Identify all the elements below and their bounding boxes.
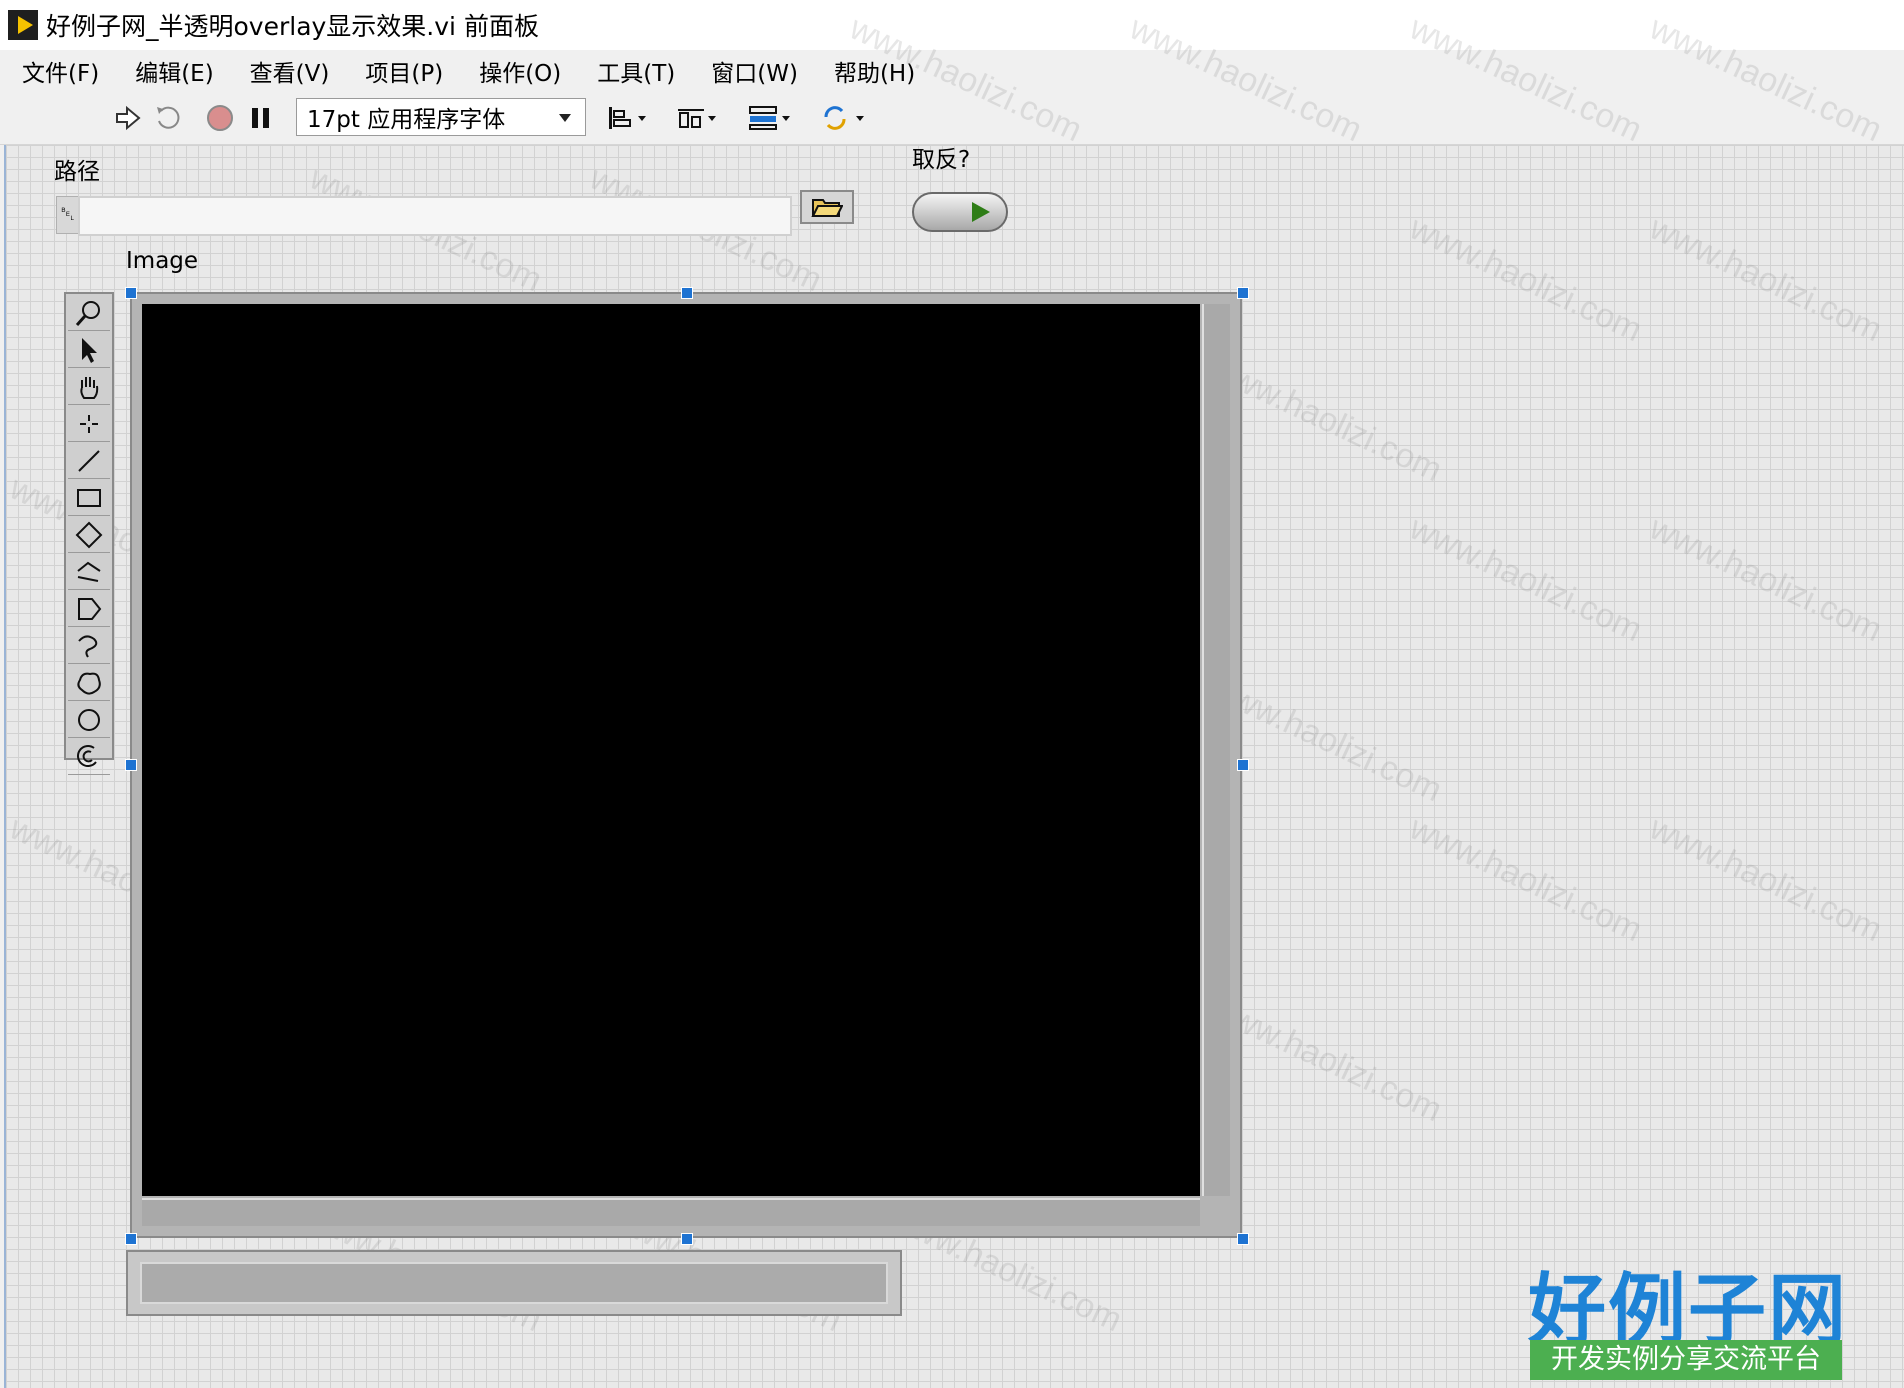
polygon-tool-icon[interactable] [68, 592, 110, 627]
menu-view[interactable]: 查看(V) [246, 52, 334, 90]
resize-handle[interactable] [1237, 1233, 1249, 1245]
resize-handle[interactable] [125, 287, 137, 299]
selection-arrow-icon[interactable] [68, 333, 110, 368]
run-arrow-icon[interactable] [110, 100, 146, 136]
align-objects-icon[interactable] [604, 100, 652, 136]
menu-file[interactable]: 文件(F) [18, 52, 103, 90]
folder-open-icon [811, 199, 843, 217]
point-tool-icon[interactable] [68, 407, 110, 442]
polyline-tool-icon[interactable] [68, 555, 110, 590]
resize-handle[interactable] [1237, 287, 1249, 299]
pause-icon[interactable] [246, 100, 276, 136]
resize-handle[interactable] [125, 759, 137, 771]
rotated-rectangle-icon[interactable] [68, 518, 110, 553]
vertical-scrollbar[interactable] [1202, 304, 1230, 1196]
image-status-bar [140, 1262, 888, 1304]
image-display[interactable] [142, 304, 1200, 1196]
line-tool-icon[interactable] [68, 444, 110, 479]
annulus-tool-icon[interactable] [68, 740, 110, 775]
resize-handle[interactable] [681, 287, 693, 299]
menu-bar: 文件(F) 编辑(E) 查看(V) 项目(P) 操作(O) 工具(T) 窗口(W… [0, 50, 1904, 92]
browse-button[interactable] [800, 190, 854, 224]
window-title: 好例子网_半透明overlay显示效果.vi 前面板 [46, 12, 539, 41]
invert-label: 取反? [912, 147, 971, 173]
menu-edit[interactable]: 编辑(E) [131, 52, 217, 90]
horizontal-scrollbar[interactable] [142, 1198, 1200, 1226]
resize-handle[interactable] [125, 1233, 137, 1245]
resize-handle[interactable] [681, 1233, 693, 1245]
resize-handle[interactable] [1237, 759, 1249, 771]
run-continuously-icon[interactable] [150, 100, 186, 136]
font-select[interactable]: 17pt 应用程序字体 [296, 98, 586, 136]
menu-window[interactable]: 窗口(W) [707, 52, 802, 90]
path-label: 路径 [54, 159, 100, 185]
menu-operate[interactable]: 操作(O) [475, 52, 565, 90]
freehand-region-icon[interactable] [68, 666, 110, 701]
reorder-icon[interactable] [818, 100, 870, 136]
image-tool-palette [64, 292, 114, 775]
chevron-down-icon [559, 114, 571, 122]
site-logo-tagline: 开发实例分享交流平台 [1530, 1340, 1842, 1380]
abort-icon[interactable] [202, 100, 238, 136]
zoom-tool-icon[interactable] [68, 296, 110, 331]
freehand-line-icon[interactable] [68, 629, 110, 664]
pan-hand-icon[interactable] [68, 370, 110, 405]
menu-project[interactable]: 项目(P) [361, 52, 447, 90]
invert-toggle-button[interactable] [912, 192, 1008, 232]
path-type-tag: ␇ [56, 196, 80, 234]
resize-objects-icon[interactable] [744, 100, 796, 136]
oval-tool-icon[interactable] [68, 703, 110, 738]
path-input[interactable] [78, 196, 792, 236]
menu-tools[interactable]: 工具(T) [593, 52, 679, 90]
image-label: Image [126, 248, 199, 274]
labview-app-icon [8, 10, 38, 40]
title-bar: 好例子网_半透明overlay显示效果.vi 前面板 [0, 0, 1904, 50]
play-indicator-icon [972, 202, 990, 222]
distribute-objects-icon[interactable] [674, 100, 722, 136]
font-select-value: 17pt 应用程序字体 [307, 107, 506, 133]
toolbar: 17pt 应用程序字体 [0, 92, 1904, 145]
menu-help[interactable]: 帮助(H) [830, 52, 919, 90]
rectangle-tool-icon[interactable] [68, 481, 110, 516]
